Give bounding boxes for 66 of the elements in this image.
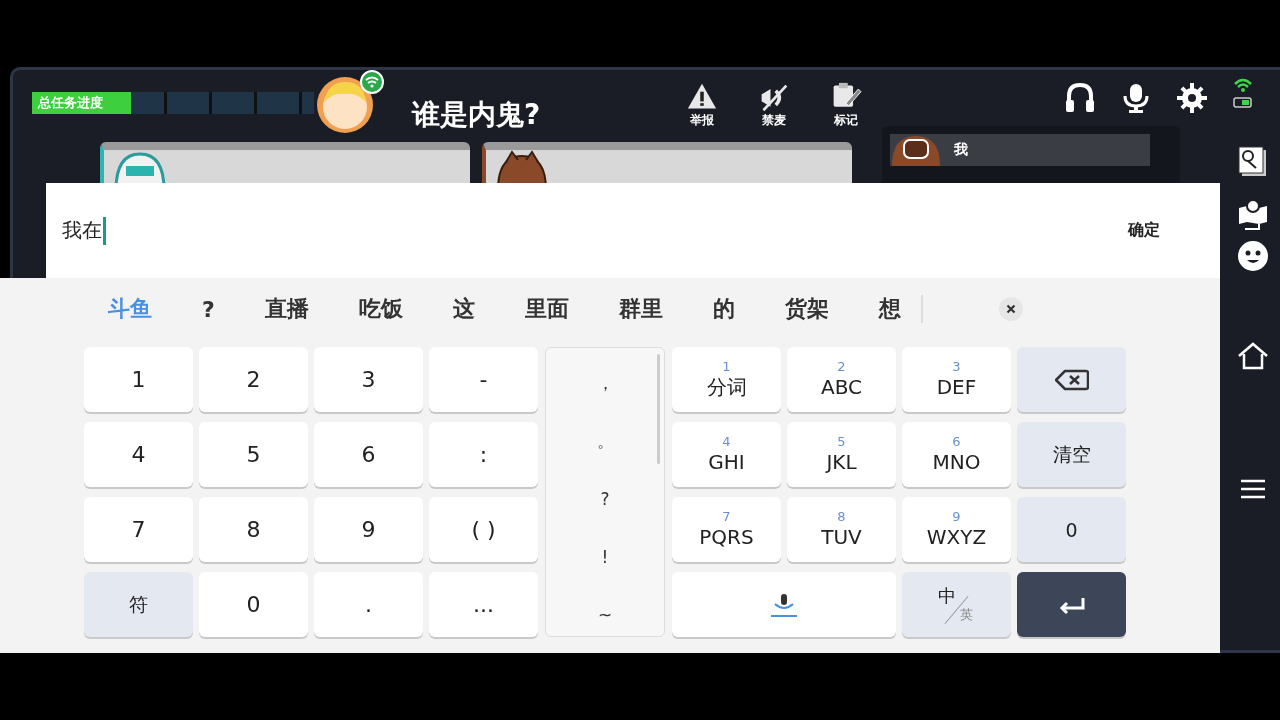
key[interactable]: 1 (84, 347, 193, 412)
menu-icon[interactable] (1239, 478, 1267, 500)
candidate-word[interactable]: 这 (452, 294, 475, 324)
punctuation-key[interactable]: ! (565, 536, 645, 578)
game-title: 谁是内鬼? (412, 97, 541, 133)
headphones-icon[interactable] (1064, 82, 1097, 114)
key[interactable]: 7 (84, 497, 193, 562)
punctuation-key[interactable]: ? (565, 478, 645, 520)
key[interactable]: 9 (314, 497, 423, 562)
key[interactable]: 9 WXYZ (902, 497, 1011, 562)
smiley-icon[interactable] (1237, 240, 1269, 272)
input-field[interactable]: 我在 确定 (46, 183, 1220, 278)
settings-icon[interactable] (1176, 82, 1209, 114)
key[interactable]: : (429, 422, 538, 487)
candidate-word[interactable]: ? (202, 296, 215, 322)
map-pin-icon[interactable] (1237, 198, 1269, 230)
avatar-icon (316, 76, 374, 134)
key[interactable]: 清空 (1017, 422, 1126, 487)
confirm-button[interactable]: 确定 (1120, 216, 1168, 245)
candidate-word[interactable]: 货架 (784, 294, 829, 324)
candidate-word[interactable]: 直播 (264, 294, 309, 324)
signal-battery-icon (1232, 76, 1255, 110)
candidate-word[interactable]: 里面 (524, 294, 569, 324)
backspace-key[interactable] (1017, 347, 1126, 412)
candidate-word[interactable]: 的 (712, 294, 735, 324)
key[interactable]: 2 (199, 347, 308, 412)
key[interactable]: 4 GHI (672, 422, 781, 487)
language-key[interactable]: 中 英 (902, 572, 1011, 637)
key[interactable]: - (429, 347, 538, 412)
key[interactable]: 1 分词 (672, 347, 781, 412)
home-icon[interactable] (1237, 342, 1269, 370)
key[interactable]: . (314, 572, 423, 637)
action-button[interactable]: 标记 (820, 82, 873, 129)
key[interactable]: 6 MNO (902, 422, 1011, 487)
key[interactable]: 6 (314, 422, 423, 487)
key[interactable]: 2 ABC (787, 347, 896, 412)
key[interactable]: 4 (84, 422, 193, 487)
key[interactable]: ( ) (429, 497, 538, 562)
punctuation-key[interactable]: ， (565, 362, 645, 404)
key[interactable]: 符 (84, 572, 193, 637)
key[interactable]: 7 PQRS (672, 497, 781, 562)
key[interactable]: 3 (314, 347, 423, 412)
player-name: 我 (954, 141, 968, 159)
candidate-word[interactable]: 吃饭 (358, 294, 403, 324)
key[interactable]: 0 (1017, 497, 1126, 562)
key[interactable]: 8 TUV (787, 497, 896, 562)
action-button[interactable]: 举报 (676, 82, 729, 129)
candidate-word[interactable]: 想 (878, 294, 901, 324)
text-caret (103, 216, 106, 245)
enter-key[interactable] (1017, 572, 1126, 637)
punctuation-key[interactable]: 。 (565, 420, 645, 462)
key[interactable]: ... (429, 572, 538, 637)
character-icon (890, 134, 942, 166)
backspace-icon (1054, 368, 1089, 391)
punctuation-key[interactable]: ~ (565, 594, 645, 636)
player-row[interactable]: 我 (890, 134, 1150, 166)
key[interactable]: 3 DEF (902, 347, 1011, 412)
key[interactable]: 5 (199, 422, 308, 487)
key[interactable]: 0 (199, 572, 308, 637)
key[interactable]: 5 JKL (787, 422, 896, 487)
progress-label: 总任务进度 (36, 94, 103, 112)
close-icon[interactable] (998, 297, 1023, 321)
wifi-icon (360, 70, 384, 94)
action-button[interactable]: 禁麦 (748, 82, 801, 129)
candidate-word[interactable]: 群里 (618, 294, 663, 324)
key[interactable]: 8 (199, 497, 308, 562)
